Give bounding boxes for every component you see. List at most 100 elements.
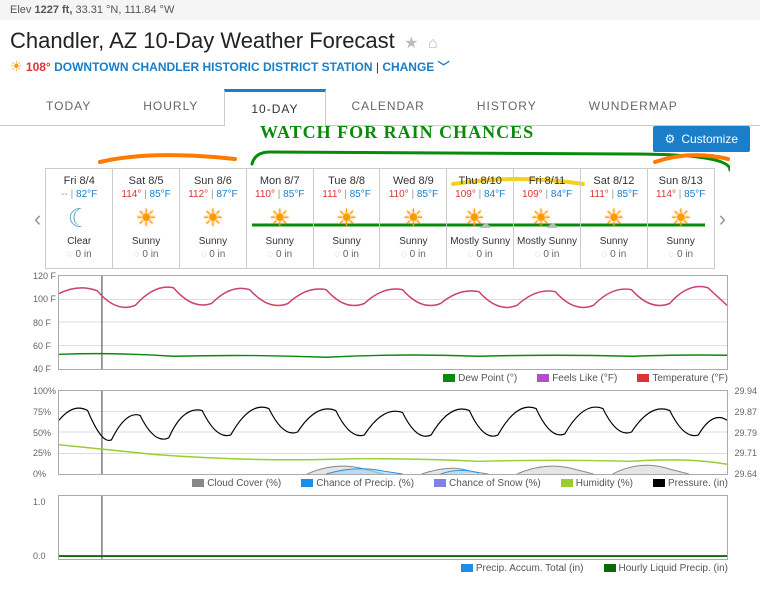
elevation-bar: Elev 1227 ft, 33.31 °N, 111.84 °W — [0, 0, 760, 20]
tab-calendar[interactable]: CALENDAR — [326, 89, 451, 125]
tabs: TODAY HOURLY 10-DAY CALENDAR HISTORY WUN… — [0, 89, 760, 126]
day-date: Fri 8/11 — [516, 175, 578, 187]
day-temps: 111° | 85°F — [316, 189, 378, 200]
forecast-day[interactable]: Sat 8/5 114° | 85°F ☀ Sunny ◌ 0 in — [112, 169, 179, 268]
forecast-day[interactable]: Wed 8/9 110° | 85°F ☀ Sunny ◌ 0 in — [379, 169, 446, 268]
legend-item: Chance of Precip. (%) — [291, 478, 414, 489]
day-condition: Sunny — [182, 236, 244, 247]
forecast-day[interactable]: Sat 8/12 111° | 85°F ☀ Sunny ◌ 0 in — [580, 169, 647, 268]
day-temps: 111° | 85°F — [583, 189, 645, 200]
legend-item: Precip. Accum. Total (in) — [451, 563, 584, 574]
forecast-content: WATCH FOR RAIN CHANCES ⚙ Customize ‹ Fri… — [0, 126, 760, 584]
chevron-down-icon: ﹀ — [438, 60, 450, 74]
day-condition: Sunny — [316, 236, 378, 247]
legend-item: Dew Point (°) — [433, 373, 517, 384]
day-precip: ◌ 0 in — [316, 249, 378, 260]
weather-icon: ☀☁ — [449, 204, 511, 232]
day-condition: Sunny — [650, 236, 712, 247]
day-temps: 110° | 85°F — [382, 189, 444, 200]
weather-icon: ☀ — [382, 204, 444, 232]
coords: 33.31 °N, 111.84 °W — [75, 4, 174, 16]
forecast-day[interactable]: Thu 8/10 109° | 84°F ☀☁ Mostly Sunny ◌ 0… — [446, 169, 513, 268]
day-precip: ◌ 0 in — [115, 249, 177, 260]
temperature-chart: 120 F 100 F 80 F 60 F 40 F — [58, 275, 728, 370]
legend-item: Cloud Cover (%) — [182, 478, 281, 489]
forecast-day[interactable]: Sun 8/6 112° | 87°F ☀ Sunny ◌ 0 in — [179, 169, 246, 268]
forecast-day[interactable]: Mon 8/7 110° | 85°F ☀ Sunny ◌ 0 in — [246, 169, 313, 268]
forecast-day[interactable]: Fri 8/4 -- | 82°F ☾ Clear ◌ 0 in — [45, 169, 112, 268]
day-condition: Mostly Sunny — [516, 236, 578, 247]
tab-10day[interactable]: 10-DAY — [224, 89, 325, 126]
elev-label: Elev — [10, 4, 31, 16]
humidity-legend: Cloud Cover (%) Chance of Precip. (%) Chan… — [58, 478, 728, 489]
weather-icon: ☀ — [316, 204, 378, 232]
day-precip: ◌ 0 in — [182, 249, 244, 260]
tab-wundermap[interactable]: WUNDERMAP — [563, 89, 704, 125]
day-precip: ◌ 0 in — [48, 249, 110, 260]
day-date: Sun 8/13 — [650, 175, 712, 187]
favorite-icon[interactable]: ★ — [404, 33, 418, 53]
legend-item: Pressure. (in) — [643, 478, 728, 489]
day-precip: ◌ 0 in — [650, 249, 712, 260]
day-temps: -- | 82°F — [48, 189, 110, 200]
forecast-day[interactable]: Sun 8/13 114° | 85°F ☀ Sunny ◌ 0 in — [647, 169, 715, 268]
day-condition: Mostly Sunny — [449, 236, 511, 247]
day-temps: 109° | 84°F — [516, 189, 578, 200]
annotation-text: WATCH FOR RAIN CHANCES — [260, 122, 534, 143]
days-prev-arrow[interactable]: ‹ — [30, 206, 45, 232]
weather-icon: ☀ — [182, 204, 244, 232]
weather-icon: ☾ — [48, 204, 110, 232]
forecast-day[interactable]: Tue 8/8 111° | 85°F ☀ Sunny ◌ 0 in — [313, 169, 380, 268]
weather-icon: ☀ — [249, 204, 311, 232]
day-precip: ◌ 0 in — [249, 249, 311, 260]
forecast-day[interactable]: Fri 8/11 109° | 84°F ☀☁ Mostly Sunny ◌ 0… — [513, 169, 580, 268]
day-date: Wed 8/9 — [382, 175, 444, 187]
days-next-arrow[interactable]: › — [715, 206, 730, 232]
legend-item: Chance of Snow (%) — [424, 478, 541, 489]
day-date: Sat 8/5 — [115, 175, 177, 187]
day-precip: ◌ 0 in — [449, 249, 511, 260]
day-date: Mon 8/7 — [249, 175, 311, 187]
sun-icon: ☀ — [10, 58, 23, 74]
tab-today[interactable]: TODAY — [20, 89, 117, 125]
day-precip: ◌ 0 in — [382, 249, 444, 260]
station-link[interactable]: DOWNTOWN CHANDLER HISTORIC DISTRICT STAT… — [54, 60, 372, 74]
weather-icon: ☀☁ — [516, 204, 578, 232]
humidity-pressure-chart: 100% 75% 50% 25% 0% 29.94 29.87 29.79 29… — [58, 390, 728, 475]
temperature-legend: Dew Point (°) Feels Like (°F) Temperature … — [58, 373, 728, 384]
legend-item: Temperature (°F) — [627, 373, 728, 384]
legend-item: Hourly Liquid Precip. (in) — [594, 563, 729, 574]
day-temps: 114° | 85°F — [650, 189, 712, 200]
page-title: Chandler, AZ 10-Day Weather Forecast — [10, 28, 395, 54]
day-date: Tue 8/8 — [316, 175, 378, 187]
tab-history[interactable]: HISTORY — [451, 89, 563, 125]
day-date: Sat 8/12 — [583, 175, 645, 187]
day-temps: 114° | 85°F — [115, 189, 177, 200]
day-condition: Clear — [48, 236, 110, 247]
current-temp: 108° — [26, 60, 51, 74]
weather-icon: ☀ — [115, 204, 177, 232]
customize-button[interactable]: ⚙ Customize — [653, 126, 750, 152]
change-station-link[interactable]: CHANGE ﹀ — [382, 60, 449, 74]
precip-chart: 1.0 0.0 — [58, 495, 728, 560]
day-date: Sun 8/6 — [182, 175, 244, 187]
day-condition: Sunny — [115, 236, 177, 247]
forecast-days: Fri 8/4 -- | 82°F ☾ Clear ◌ 0 in Sat 8/5… — [45, 168, 714, 269]
tab-hourly[interactable]: HOURLY — [117, 89, 224, 125]
weather-icon: ☀ — [650, 204, 712, 232]
day-temps: 110° | 85°F — [249, 189, 311, 200]
day-precip: ◌ 0 in — [516, 249, 578, 260]
weather-icon: ☀ — [583, 204, 645, 232]
home-icon[interactable]: ⌂ — [428, 35, 438, 53]
day-condition: Sunny — [382, 236, 444, 247]
elev-value: 1227 ft, — [34, 4, 72, 16]
legend-item: Feels Like (°F) — [527, 373, 617, 384]
day-precip: ◌ 0 in — [583, 249, 645, 260]
day-temps: 109° | 84°F — [449, 189, 511, 200]
day-date: Thu 8/10 — [449, 175, 511, 187]
day-date: Fri 8/4 — [48, 175, 110, 187]
legend-item: Humidity (%) — [551, 478, 633, 489]
precip-legend: Precip. Accum. Total (in) Hourly Liquid P… — [58, 563, 728, 574]
day-temps: 112° | 87°F — [182, 189, 244, 200]
day-condition: Sunny — [249, 236, 311, 247]
